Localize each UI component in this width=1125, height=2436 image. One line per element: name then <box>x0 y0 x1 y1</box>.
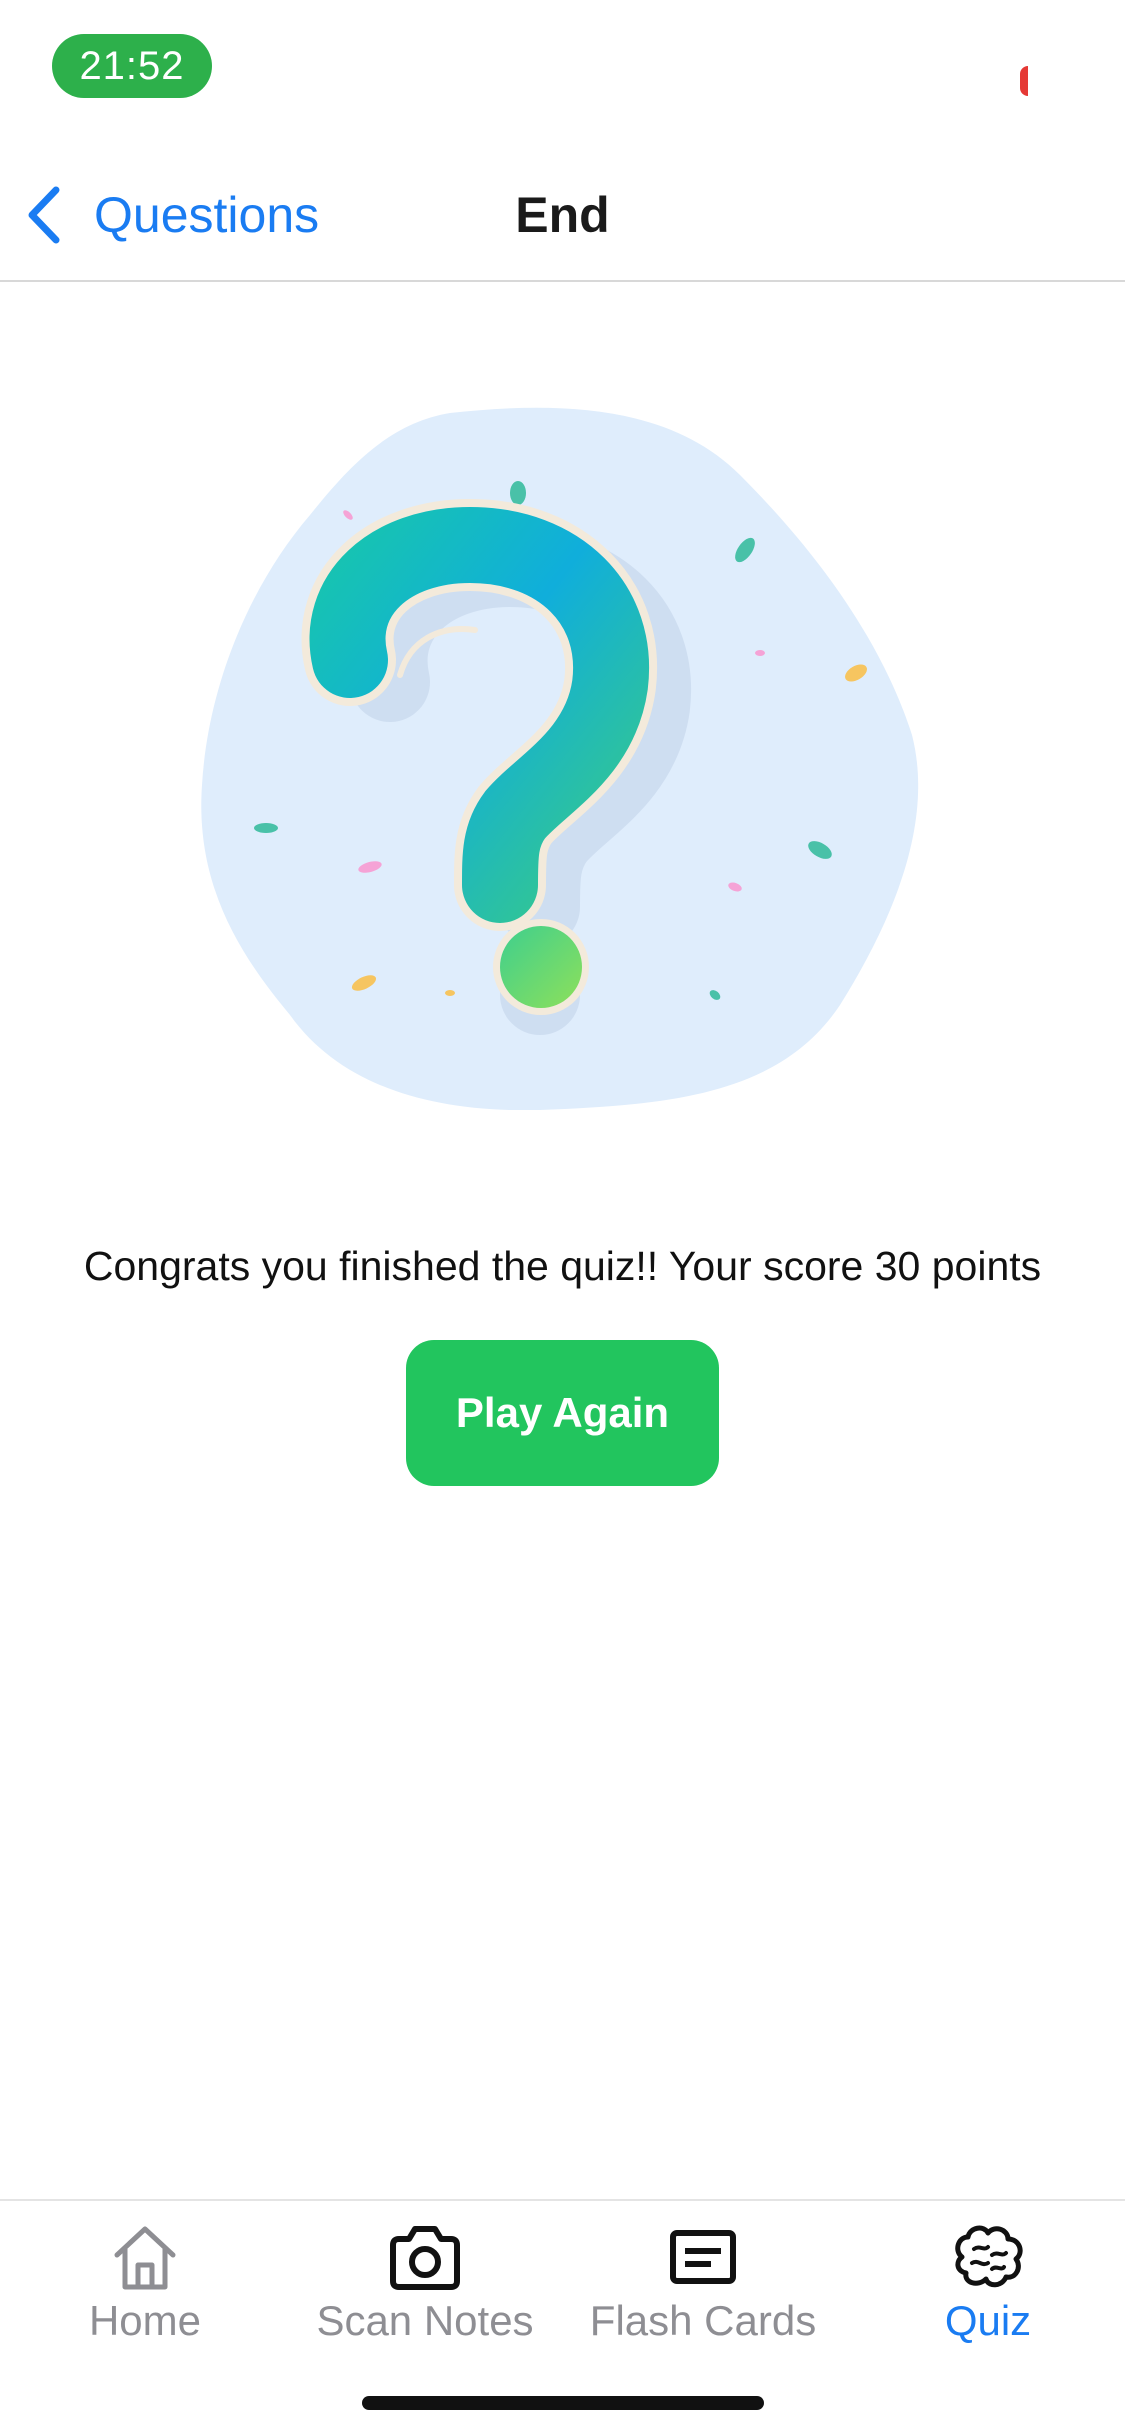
status-bar: 21:52 <box>0 0 1125 140</box>
tab-home[interactable]: Home <box>45 2201 245 2361</box>
tab-quiz[interactable]: Quiz <box>888 2201 1088 2361</box>
camera-icon <box>390 2226 460 2290</box>
tab-quiz-label: Quiz <box>944 2297 1032 2344</box>
quiz-end-screen: 21:52 Questions End Congrats you finishe… <box>0 0 1125 2436</box>
tab-scan-notes[interactable]: Scan Notes <box>305 2201 545 2361</box>
navigation-bar: Questions End <box>0 140 1125 282</box>
page-title: End <box>515 187 610 243</box>
tab-flash-cards-label: Flash Cards <box>589 2297 817 2344</box>
brain-icon <box>955 2225 1023 2288</box>
result-message: Congrats you finished the quiz!! Your sc… <box>83 1243 1042 1289</box>
recording-indicator <box>1020 66 1028 96</box>
tab-flash-cards[interactable]: Flash Cards <box>583 2201 823 2361</box>
card-icon <box>670 2230 736 2284</box>
question-mark-illustration <box>201 407 919 1110</box>
play-again-button[interactable]: Play Again <box>406 1340 719 1486</box>
tab-home-label: Home <box>88 2297 202 2344</box>
status-time: 21:52 <box>52 34 212 98</box>
tab-scan-notes-label: Scan Notes <box>316 2297 534 2344</box>
home-indicator <box>362 2396 764 2410</box>
home-icon <box>114 2226 176 2290</box>
